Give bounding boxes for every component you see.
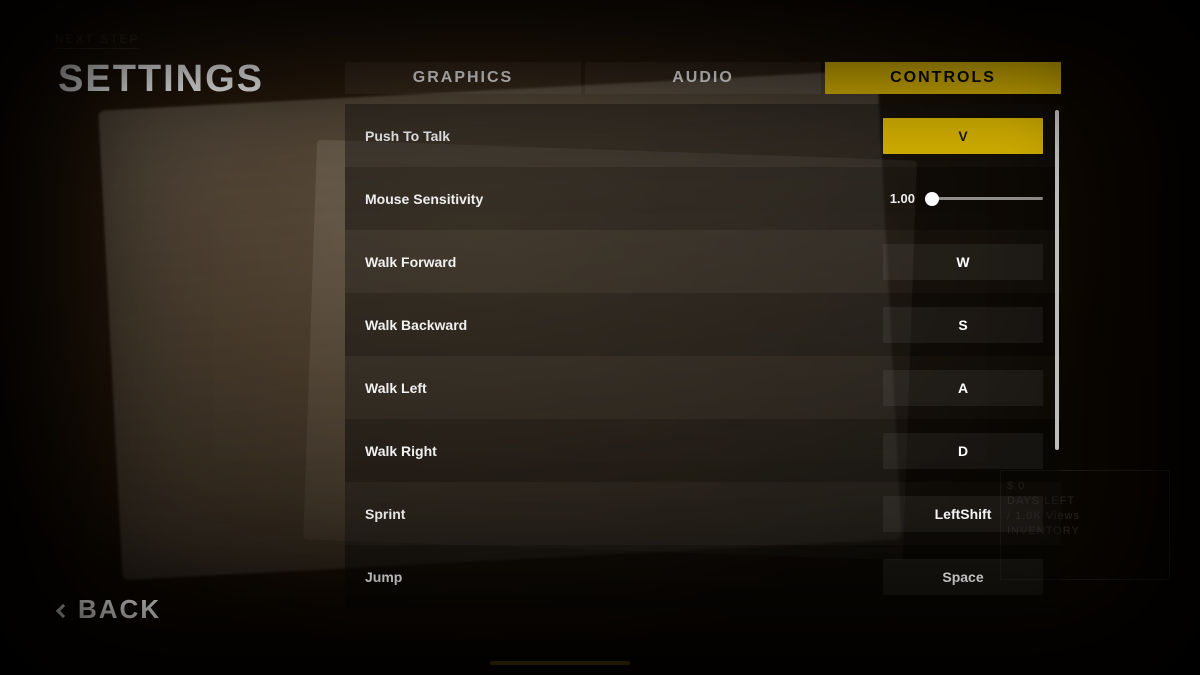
tab-audio[interactable]: AUDIO (585, 62, 821, 94)
row-label: Walk Forward (365, 254, 883, 270)
row-walk-right: Walk Right D (345, 419, 1061, 482)
row-label: Walk Right (365, 443, 883, 459)
keybind-sprint[interactable]: LeftShift (883, 496, 1043, 532)
row-label: Jump (365, 569, 883, 585)
page-title: SETTINGS (58, 58, 264, 101)
keybind-walk-forward[interactable]: W (883, 244, 1043, 280)
keybind-jump[interactable]: Space (883, 559, 1043, 595)
bottom-accent (490, 661, 630, 665)
sensitivity-slider-thumb[interactable] (925, 192, 939, 206)
tab-controls[interactable]: CONTROLS (825, 62, 1061, 94)
row-push-to-talk: Push To Talk V (345, 104, 1061, 167)
row-label: Walk Left (365, 380, 883, 396)
tab-graphics[interactable]: GRAPHICS (345, 62, 581, 94)
row-walk-forward: Walk Forward W (345, 230, 1061, 293)
keybind-walk-left[interactable]: A (883, 370, 1043, 406)
keybind-push-to-talk[interactable]: V (883, 118, 1043, 154)
sensitivity-slider-wrap: 1.00 (883, 191, 1043, 206)
row-sprint: Sprint LeftShift (345, 482, 1061, 545)
keybind-walk-backward[interactable]: S (883, 307, 1043, 343)
back-label: BACK (78, 594, 161, 625)
controls-panel: Push To Talk V Mouse Sensitivity 1.00 Wa… (345, 104, 1061, 614)
scrollbar[interactable] (1055, 110, 1059, 450)
row-jump: Jump Space (345, 545, 1061, 608)
background-next-step: NEXT STEP (55, 32, 139, 49)
row-walk-left: Walk Left A (345, 356, 1061, 419)
row-label: Push To Talk (365, 128, 883, 144)
sensitivity-value: 1.00 (883, 191, 915, 206)
row-label: Mouse Sensitivity (365, 191, 883, 207)
row-mouse-sensitivity: Mouse Sensitivity 1.00 (345, 167, 1061, 230)
sensitivity-slider[interactable] (925, 197, 1043, 200)
settings-tabs: GRAPHICS AUDIO CONTROLS (345, 62, 1061, 94)
row-walk-backward: Walk Backward S (345, 293, 1061, 356)
keybind-walk-right[interactable]: D (883, 433, 1043, 469)
chevron-left-icon (56, 603, 70, 617)
row-label: Walk Backward (365, 317, 883, 333)
back-button[interactable]: BACK (58, 594, 161, 625)
row-label: Sprint (365, 506, 883, 522)
